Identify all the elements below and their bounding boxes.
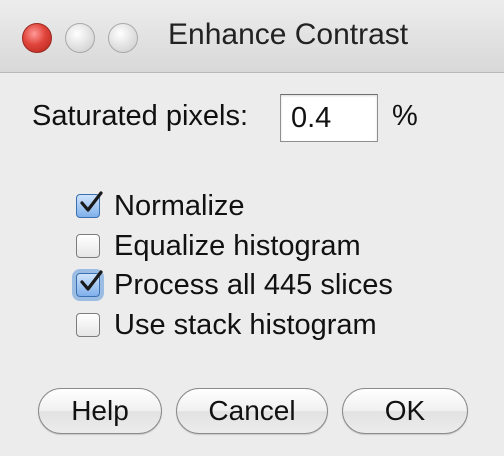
checkmark-icon <box>80 191 103 212</box>
process-all-slices-checkbox[interactable] <box>76 270 103 297</box>
saturated-pixels-label: Saturated pixels: <box>32 100 249 132</box>
window-title: Enhance Contrast <box>168 18 409 51</box>
process-all-slices-label: Process all 445 slices <box>114 268 393 301</box>
equalize-histogram-label: Equalize histogram <box>114 229 361 262</box>
title-bar: Enhance Contrast <box>0 0 504 73</box>
close-icon[interactable] <box>22 23 52 53</box>
equalize-histogram-checkbox[interactable] <box>76 234 100 258</box>
minimize-icon[interactable] <box>65 23 95 53</box>
ok-button[interactable]: OK <box>342 388 468 434</box>
normalize-label: Normalize <box>114 189 245 222</box>
zoom-icon[interactable] <box>108 23 138 53</box>
help-button[interactable]: Help <box>38 388 162 434</box>
checkmark-icon <box>80 270 103 291</box>
saturated-pixels-input[interactable] <box>280 94 378 142</box>
enhance-contrast-dialog: Enhance Contrast Saturated pixels: % Nor… <box>0 0 504 456</box>
normalize-checkbox[interactable] <box>76 191 103 218</box>
equalize-histogram-checkbox-row[interactable]: Equalize histogram <box>76 228 361 264</box>
process-all-slices-checkbox-row[interactable]: Process all 445 slices <box>76 267 393 303</box>
percent-unit: % <box>392 100 418 132</box>
use-stack-histogram-label: Use stack histogram <box>114 308 377 341</box>
normalize-checkbox-row[interactable]: Normalize <box>76 188 245 224</box>
cancel-button[interactable]: Cancel <box>176 388 328 434</box>
use-stack-histogram-checkbox-row[interactable]: Use stack histogram <box>76 307 377 343</box>
use-stack-histogram-checkbox[interactable] <box>76 313 100 337</box>
